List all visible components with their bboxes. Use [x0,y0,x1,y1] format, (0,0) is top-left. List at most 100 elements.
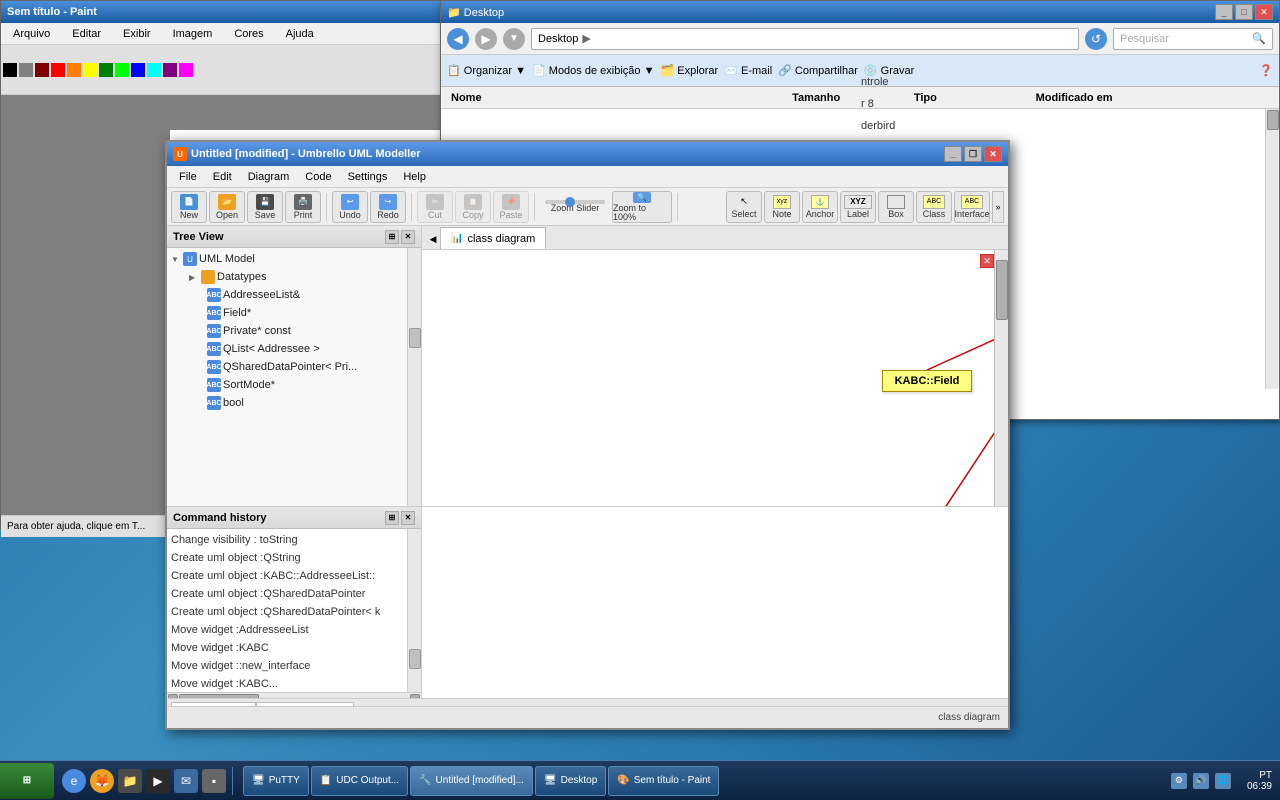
paint-color-purple[interactable] [163,63,177,77]
systray-icon-2[interactable]: 🔊 [1193,773,1209,789]
paint-color-lime[interactable] [115,63,129,77]
explorer-down-btn[interactable]: ▼ [503,28,525,50]
paint-color-cyan[interactable] [147,63,161,77]
taskbar-folder-icon[interactable]: 📁 [118,769,142,793]
toolbar-save-btn[interactable]: 💾 Save [247,191,283,223]
explorer-organizar-btn[interactable]: 📋 Organizar ▼ [447,64,526,77]
taskbar-item-desktop[interactable]: 🖥 Desktop [535,766,606,796]
uml-menu-code[interactable]: Code [297,169,339,185]
diagram-tab-scroll-left[interactable]: ◀ [426,229,440,249]
paint-menu-ajuda[interactable]: Ajuda [278,26,322,42]
uml-menu-diagram[interactable]: Diagram [240,169,298,185]
taskbar-item-udc[interactable]: 📋 UDC Output... [311,766,408,796]
explorer-back-btn[interactable]: ◀ [447,28,469,50]
taskbar-email-icon[interactable]: ✉ [174,769,198,793]
explorer-vscrollbar[interactable] [1265,109,1279,389]
taskbar-firefox-icon[interactable]: 🦊 [90,769,114,793]
tree-datatypes[interactable]: ▶ Datatypes [169,268,405,286]
tree-vscroll-thumb[interactable] [409,328,421,348]
toolbar-xyz-btn[interactable]: XYZ Label [840,191,876,223]
taskbar-start-btn[interactable]: ⊞ [0,763,54,799]
toolbar-copy-btn[interactable]: 📋 Copy [455,191,491,223]
paint-menu-arquivo[interactable]: Arquivo [5,26,58,42]
taskbar-item-uml[interactable]: 🔧 Untitled [modified]... [410,766,533,796]
toolbar-undo-btn[interactable]: ↩ Undo [332,191,368,223]
taskbar-ie-icon[interactable]: e [62,769,86,793]
zoom-slider-track[interactable] [545,200,605,204]
explorer-address-field[interactable]: Desktop ▶ [531,28,1079,50]
explorer-modos-btn[interactable]: 📄 Modos de exibição ▼ [532,64,654,77]
toolbar-interface-btn[interactable]: ABC Interface [954,191,990,223]
explorer-maximize-btn[interactable]: □ [1235,4,1253,20]
uml-menu-file[interactable]: File [171,169,205,185]
paint-menu-imagem[interactable]: Imagem [165,26,221,42]
toolbar-more-btn[interactable]: » [992,191,1004,223]
paint-color-black[interactable] [3,63,17,77]
explorer-compartilhar-btn[interactable]: 🔗 Compartilhar [778,64,858,77]
list-item[interactable]: ABC bool [169,394,405,412]
uml-menu-help[interactable]: Help [395,169,434,185]
taskbar-media-icon[interactable]: ▶ [146,769,170,793]
explorer-forward-btn[interactable]: ▶ [475,28,497,50]
paint-color-orange[interactable] [67,63,81,77]
tree-root[interactable]: ▼ U UML Model [169,250,405,268]
systray-icon-1[interactable]: ⚙ [1171,773,1187,789]
explorer-refresh-btn[interactable]: ↺ [1085,28,1107,50]
diagram-close-btn[interactable]: ✕ [980,254,994,268]
paint-menu-editar[interactable]: Editar [64,26,109,42]
toolbar-cut-btn[interactable]: ✂ Cut [417,191,453,223]
paint-color-gray[interactable] [19,63,33,77]
toolbar-open-btn[interactable]: 📂 Open [209,191,245,223]
uml-close-btn[interactable]: ✕ [984,146,1002,162]
tab-class-diagram[interactable]: 📊 class diagram [440,227,546,249]
uml-menu-edit[interactable]: Edit [205,169,240,185]
toolbar-anchor-btn[interactable]: ⚓ Anchor [802,191,838,223]
taskbar-item-paint[interactable]: 🎨 Sem título - Paint [608,766,719,796]
tree-panel-float-btn[interactable]: ⊞ [385,230,399,244]
toolbar-note-btn[interactable]: xyz Note [764,191,800,223]
explorer-search-field[interactable]: Pesquisar 🔍 [1113,28,1273,50]
paint-color-magenta[interactable] [179,63,193,77]
toolbar-new-btn[interactable]: 📄 New [171,191,207,223]
paint-color-green[interactable] [99,63,113,77]
cmd-vscroll-thumb[interactable] [409,649,421,669]
uml-restore-btn[interactable]: ❐ [964,146,982,162]
explorer-vscroll-thumb[interactable] [1267,110,1279,130]
uml-box-kabc-field[interactable]: KABC::Field [882,370,972,392]
explorer-help-icon[interactable]: ❓ [1259,64,1273,77]
explorer-explorar-btn[interactable]: 🗂️ Explorar [660,64,718,77]
explorer-close-btn[interactable]: ✕ [1255,4,1273,20]
paint-menu-cores[interactable]: Cores [226,26,271,42]
uml-menu-settings[interactable]: Settings [340,169,396,185]
toolbar-class-btn[interactable]: ABC Class [916,191,952,223]
diagram-vscroll-thumb[interactable] [996,260,1008,320]
list-item[interactable]: ABC SortMode* [169,376,405,394]
list-item[interactable]: ABC AddresseeList& [169,286,405,304]
paint-color-blue[interactable] [131,63,145,77]
cmd-vscrollbar[interactable] [407,529,421,692]
paint-color-red[interactable] [51,63,65,77]
paint-menu-exibir[interactable]: Exibir [115,26,159,42]
list-item[interactable]: ABC QList< Addressee > [169,340,405,358]
uml-minimize-btn[interactable]: _ [944,146,962,162]
list-item[interactable]: ABC QSharedDataPointer< Pri... [169,358,405,376]
toolbar-select-btn[interactable]: ↖ Select [726,191,762,223]
toolbar-zoom100-btn[interactable]: 🔍 Zoom to 100% [612,191,672,223]
systray-icon-3[interactable]: 🌐 [1215,773,1231,789]
tree-panel-close-btn[interactable]: ✕ [401,230,415,244]
cmd-panel-float-btn[interactable]: ⊞ [385,511,399,525]
toolbar-box-btn[interactable]: Box [878,191,914,223]
paint-color-darkred[interactable] [35,63,49,77]
zoom-slider-thumb[interactable] [565,197,575,207]
toolbar-paste-btn[interactable]: 📌 Paste [493,191,529,223]
list-item[interactable]: ABC Private* const [169,322,405,340]
cmd-panel-close-btn[interactable]: ✕ [401,511,415,525]
explorer-email-btn[interactable]: ✉️ E-mail [724,64,772,77]
explorer-minimize-btn[interactable]: _ [1215,4,1233,20]
taskbar-item-putty[interactable]: 🖥 PuTTY [243,766,309,796]
toolbar-print-btn[interactable]: 🖨️ Print [285,191,321,223]
toolbar-zoom-slider[interactable]: Zoom Slider [540,191,610,223]
taskbar-terminal-icon[interactable]: ▪ [202,769,226,793]
list-item[interactable]: ABC Field* [169,304,405,322]
paint-color-yellow[interactable] [83,63,97,77]
